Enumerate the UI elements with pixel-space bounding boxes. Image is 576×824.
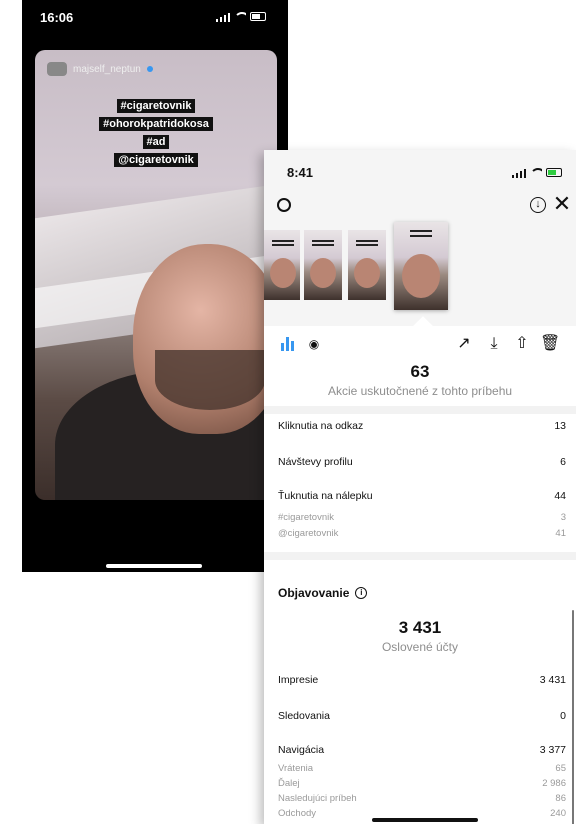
- battery-icon: [546, 168, 562, 177]
- metric-label: Ťuknutia na nálepku: [278, 490, 373, 502]
- story-stickers: #cigaretovnik #ohorokpatridokosa #ad @ci…: [35, 96, 277, 168]
- story-thumbnail[interactable]: [264, 230, 300, 300]
- metric-value: 86: [555, 793, 566, 804]
- metric-value: 41: [555, 528, 566, 539]
- story-frame[interactable]: majself_neptun #cigaretovnik #ohorokpatr…: [35, 50, 277, 500]
- verified-badge-icon: [146, 66, 153, 72]
- wifi-icon: [530, 166, 542, 178]
- story-thumbnail-selected[interactable]: [394, 222, 448, 310]
- signal-icon: [512, 169, 526, 178]
- insights-toolbar: ◉ ↗ ⤓ ⇧ 🗑: [264, 316, 576, 360]
- metric-label: Nasledujúci príbeh: [278, 793, 357, 804]
- metric-row-impressions: Impresie 3 431: [264, 670, 576, 690]
- share-icon[interactable]: ⇧: [512, 334, 532, 354]
- story-thumbnails: [264, 222, 576, 322]
- metric-label: Odchody: [278, 808, 317, 819]
- divider: [264, 406, 576, 414]
- metric-label: @cigaretovnik: [278, 528, 339, 539]
- reach-value: 3 431: [398, 618, 442, 637]
- metric-row-follows: Sledovania 0: [264, 706, 576, 726]
- total-actions: 63 Akcie uskutočnené z tohto príbehu: [264, 362, 576, 398]
- sticker-hashtag[interactable]: #ad: [142, 135, 170, 149]
- story-thumbnail[interactable]: [348, 230, 386, 300]
- story-phone: 16:06 majself_neptun #cigaretovnik #ohor…: [22, 0, 288, 572]
- metric-value: 2 986: [542, 778, 566, 789]
- reach-caption: Oslovené účty: [381, 640, 459, 654]
- metric-label: Sledovania: [278, 710, 330, 722]
- metric-label: #cigaretovnik: [278, 512, 334, 523]
- story-username: majself_neptun: [73, 63, 141, 75]
- metric-value: 6: [560, 456, 566, 468]
- status-time: 16:06: [40, 10, 74, 25]
- metric-row-link-clicks: Kliknutia na odkaz 13: [264, 416, 576, 436]
- metric-row-navigation: Navigácia 3 377: [264, 740, 576, 760]
- status-time: 8:41: [287, 165, 314, 180]
- total-actions-caption: Akcie uskutočnené z tohto príbehu: [327, 384, 513, 398]
- metric-value: 13: [554, 420, 566, 432]
- settings-icon[interactable]: [274, 195, 294, 215]
- status-bar: 16:06: [22, 0, 288, 32]
- metric-value: 3 377: [539, 744, 566, 756]
- metric-label: Ďalej: [278, 778, 300, 789]
- avatar: [47, 62, 67, 76]
- delete-icon[interactable]: 🗑: [540, 334, 560, 354]
- section-title: Objavovanie: [278, 586, 350, 600]
- metric-value: 0: [560, 710, 566, 722]
- sticker-tap-row: #cigaretovnik 3: [264, 510, 576, 525]
- story-thumbnail[interactable]: [304, 230, 342, 300]
- accounts-reached: 3 431 Oslovené účty: [264, 618, 576, 654]
- discovery-header: Objavovanie i: [278, 586, 368, 600]
- navigation-row: Ďalej 2 986: [264, 776, 576, 791]
- promote-icon[interactable]: ↗: [454, 334, 474, 354]
- battery-icon: [250, 12, 266, 21]
- metric-value: 3: [560, 512, 566, 523]
- close-icon[interactable]: ✕: [552, 191, 572, 216]
- metric-label: Navigácia: [278, 744, 325, 756]
- navigation-row: Nasledujúci príbeh 86: [264, 791, 576, 806]
- insights-panel: 63 Akcie uskutočnené z tohto príbehu Kli…: [264, 360, 576, 824]
- metric-value: 44: [554, 490, 566, 502]
- navigation-row: Vrátenia 65: [264, 761, 576, 776]
- metric-label: Impresie: [278, 674, 319, 686]
- wifi-icon: [234, 10, 246, 22]
- metric-value: 3 431: [539, 674, 566, 686]
- insights-phone: 8:41 ↓ ✕ ◉ ↗ ⤓ ⇧ 🗑 63 Akcie uskutočnené …: [264, 150, 576, 824]
- eye-icon[interactable]: ◉: [304, 334, 324, 354]
- home-indicator: [372, 818, 478, 822]
- sticker-mention[interactable]: @cigaretovnik: [114, 153, 198, 167]
- home-indicator: [106, 564, 202, 568]
- total-actions-value: 63: [410, 362, 430, 381]
- sticker-hashtag[interactable]: #ohorokpatridokosa: [99, 117, 213, 131]
- metric-row-profile-visits: Návštevy profilu 6: [264, 452, 576, 472]
- story-person-beard: [155, 350, 265, 410]
- save-icon[interactable]: ⤓: [484, 334, 504, 354]
- story-author[interactable]: majself_neptun: [47, 62, 153, 76]
- sticker-tap-row: @cigaretovnik 41: [264, 526, 576, 541]
- scrollbar[interactable]: [572, 610, 574, 824]
- info-icon[interactable]: i: [355, 587, 368, 599]
- sticker-hashtag[interactable]: #cigaretovnik: [116, 99, 196, 113]
- metric-value: 240: [550, 808, 566, 819]
- metric-label: Kliknutia na odkaz: [278, 420, 364, 432]
- signal-icon: [216, 13, 230, 22]
- status-icons: [216, 12, 270, 22]
- status-bar: 8:41: [264, 150, 576, 190]
- status-icons: [512, 168, 562, 178]
- divider: [264, 552, 576, 560]
- metric-row-sticker-taps: Ťuknutia na nálepku 44: [264, 486, 576, 506]
- metric-value: 65: [555, 763, 566, 774]
- download-icon[interactable]: ↓: [528, 195, 548, 215]
- insights-chart-icon[interactable]: [278, 334, 298, 354]
- metric-label: Vrátenia: [278, 763, 314, 774]
- metric-label: Návštevy profilu: [278, 456, 353, 468]
